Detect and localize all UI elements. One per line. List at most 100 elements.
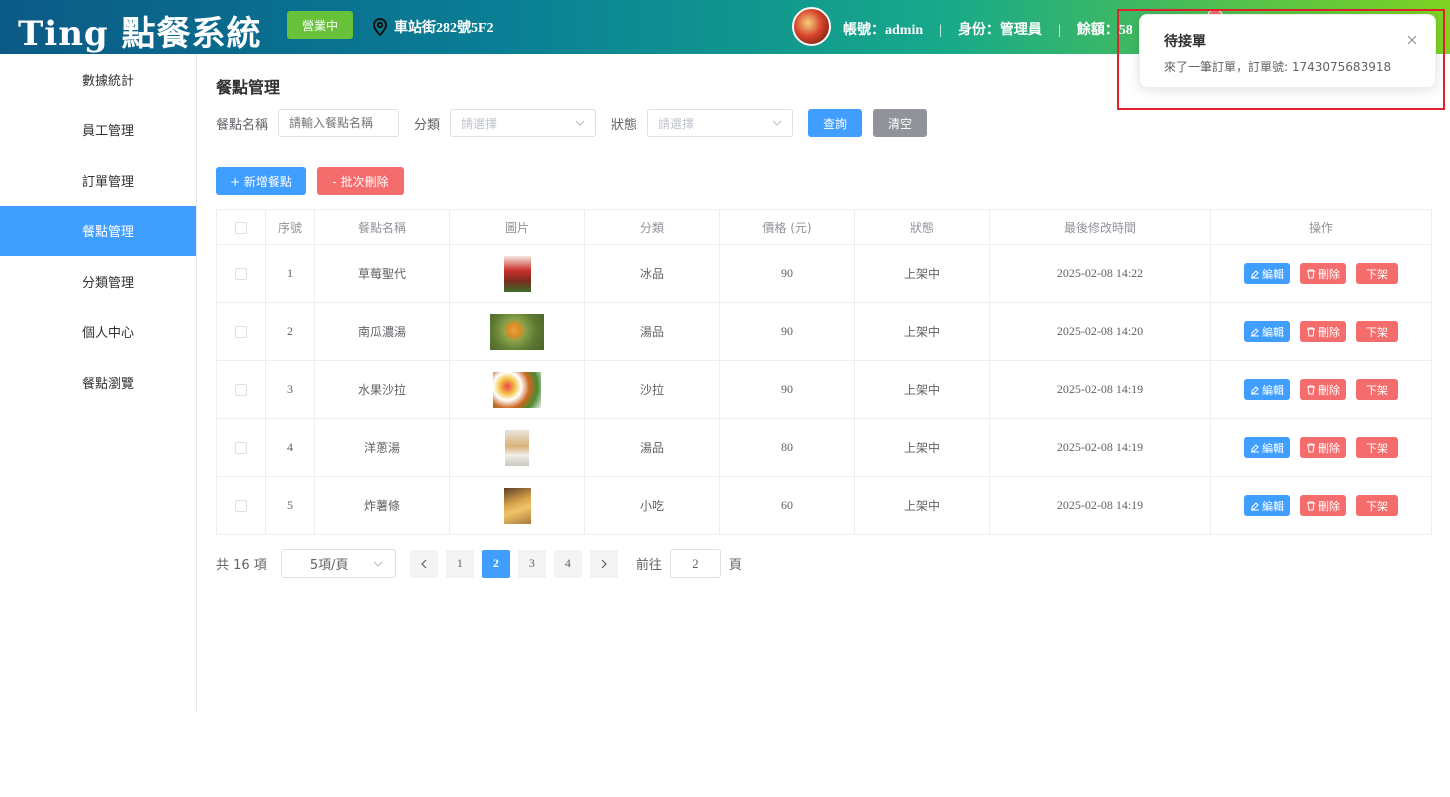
page-number-button[interactable]: 4 bbox=[553, 549, 582, 578]
page-size-select[interactable]: 5項/頁 bbox=[280, 549, 396, 578]
row-checkbox[interactable] bbox=[235, 384, 247, 397]
edit-button[interactable]: 編輯 bbox=[1244, 437, 1290, 458]
delete-button[interactable]: 刪除 bbox=[1300, 263, 1346, 284]
goto-page-input[interactable]: 2 bbox=[669, 549, 721, 578]
page-number-button[interactable]: 1 bbox=[445, 549, 474, 578]
status-filter-label: 狀態 bbox=[611, 117, 638, 133]
edit-label: 編輯 bbox=[1262, 383, 1284, 397]
sidebar: 數據統計 員工管理 訂單管理 餐點管理 分類管理 個人中心 餐點瀏覽 bbox=[0, 54, 197, 711]
status-filter-select[interactable]: 請選擇 bbox=[647, 109, 794, 137]
name-filter-input[interactable] bbox=[278, 109, 400, 137]
brand-title: Ting 點餐系統 bbox=[18, 14, 262, 54]
row-name: 南瓜濃湯 bbox=[314, 302, 450, 361]
next-page-button[interactable] bbox=[589, 549, 618, 578]
edit-button[interactable]: 編輯 bbox=[1244, 495, 1290, 516]
clear-button[interactable]: 清空 bbox=[873, 109, 928, 137]
row-status: 上架中 bbox=[854, 360, 990, 419]
sidebar-item[interactable]: 分類管理 bbox=[0, 256, 196, 307]
row-updated: 2025-02-08 14:20 bbox=[989, 302, 1211, 361]
sidebar-item[interactable]: 餐點瀏覽 bbox=[0, 357, 196, 408]
row-category: 沙拉 bbox=[584, 360, 720, 419]
select-all-cell bbox=[216, 209, 266, 245]
edit-button[interactable]: 編輯 bbox=[1244, 379, 1290, 400]
table-header-row: 序號 餐點名稱 圖片 分類 價格 (元) 狀態 最後修改時間 操作 bbox=[216, 209, 1432, 245]
edit-label: 編輯 bbox=[1262, 441, 1284, 455]
chevron-right-icon bbox=[601, 559, 607, 568]
offshelf-button[interactable]: 下架 bbox=[1356, 263, 1398, 284]
offshelf-button[interactable]: 下架 bbox=[1356, 437, 1398, 458]
delete-button[interactable]: 刪除 bbox=[1300, 321, 1346, 342]
offshelf-button[interactable]: 下架 bbox=[1356, 379, 1398, 400]
row-checkbox[interactable] bbox=[235, 268, 247, 281]
close-icon[interactable] bbox=[1407, 35, 1417, 45]
sidebar-item[interactable]: 訂單管理 bbox=[0, 155, 196, 206]
trash-icon bbox=[1307, 327, 1315, 336]
delete-button[interactable]: 刪除 bbox=[1300, 379, 1346, 400]
notification-title: 待接單 bbox=[1164, 34, 1206, 50]
table-row: 2 南瓜濃湯 湯品 90 上架中 2025-02-08 14:20 編輯 刪除 下架 bbox=[216, 302, 1432, 361]
sidebar-item[interactable]: 數據統計 bbox=[0, 54, 196, 105]
category-filter-select[interactable]: 請選擇 bbox=[450, 109, 597, 137]
sidebar-item[interactable]: 個人中心 bbox=[0, 307, 196, 358]
page-number-button[interactable]: 3 bbox=[517, 549, 546, 578]
select-all-checkbox[interactable] bbox=[235, 221, 247, 234]
chevron-down-icon bbox=[772, 120, 782, 126]
chevron-left-icon bbox=[420, 559, 427, 568]
filter-bar: 餐點名稱 分類 請選擇 狀態 請選擇 查詢 清空 bbox=[216, 109, 928, 137]
table-row: 4 洋蔥湯 湯品 80 上架中 2025-02-08 14:19 編輯 刪除 下架 bbox=[216, 418, 1432, 477]
row-no: 2 bbox=[265, 302, 315, 361]
sidebar-item[interactable]: 員工管理 bbox=[0, 105, 196, 156]
query-button[interactable]: 查詢 bbox=[808, 109, 863, 137]
col-header: 最後修改時間 bbox=[989, 209, 1211, 245]
table-row: 3 水果沙拉 沙拉 90 上架中 2025-02-08 14:19 編輯 刪除 下架 bbox=[216, 360, 1432, 419]
row-select-cell bbox=[216, 476, 266, 535]
delete-button[interactable]: 刪除 bbox=[1300, 437, 1346, 458]
page-list: 1234 bbox=[445, 549, 590, 578]
row-price: 80 bbox=[719, 418, 855, 477]
add-item-button[interactable]: + 新增餐點 bbox=[216, 167, 306, 195]
row-actions: 編輯 刪除 下架 bbox=[1210, 360, 1432, 419]
row-category: 小吃 bbox=[584, 476, 720, 535]
food-image bbox=[493, 371, 541, 408]
sidebar-item[interactable]: 餐點管理 bbox=[0, 205, 196, 256]
category-filter-label: 分類 bbox=[414, 117, 441, 133]
row-status: 上架中 bbox=[854, 244, 990, 303]
user-info: 帳號：admin | 身份：管理員 | 餘額：58 bbox=[843, 19, 1133, 39]
row-name: 草莓聖代 bbox=[314, 244, 450, 303]
edit-button[interactable]: 編輯 bbox=[1244, 263, 1290, 284]
delete-button[interactable]: 刪除 bbox=[1300, 495, 1346, 516]
edit-button[interactable]: 編輯 bbox=[1244, 321, 1290, 342]
delete-label: 刪除 bbox=[1318, 325, 1340, 339]
prev-page-button[interactable] bbox=[409, 549, 438, 578]
notification-message: 來了一筆訂單，訂單號: 1743075683918 bbox=[1164, 60, 1392, 74]
row-actions: 編輯 刪除 下架 bbox=[1210, 244, 1432, 303]
row-checkbox[interactable] bbox=[235, 442, 247, 455]
batch-delete-button[interactable]: - 批次刪除 bbox=[317, 167, 404, 195]
row-category: 湯品 bbox=[584, 418, 720, 477]
offshelf-button[interactable]: 下架 bbox=[1356, 495, 1398, 516]
row-name: 水果沙拉 bbox=[314, 360, 450, 419]
table-row: 5 炸薯條 小吃 60 上架中 2025-02-08 14:19 編輯 刪除 下架 bbox=[216, 476, 1432, 535]
row-image-cell bbox=[449, 302, 585, 361]
row-image-cell bbox=[449, 476, 585, 535]
row-checkbox[interactable] bbox=[235, 326, 247, 339]
store-status-badge[interactable]: 營業中 bbox=[287, 11, 353, 39]
row-name: 洋蔥湯 bbox=[314, 418, 450, 477]
avatar[interactable] bbox=[792, 7, 831, 46]
edit-label: 編輯 bbox=[1262, 499, 1284, 513]
page-number-button[interactable]: 2 bbox=[481, 549, 510, 578]
row-no: 1 bbox=[265, 244, 315, 303]
row-image-cell bbox=[449, 360, 585, 419]
row-name: 炸薯條 bbox=[314, 476, 450, 535]
delete-label: 刪除 bbox=[1318, 267, 1340, 281]
row-status: 上架中 bbox=[854, 302, 990, 361]
chevron-down-icon bbox=[575, 120, 585, 126]
edit-icon bbox=[1251, 443, 1259, 452]
row-status: 上架中 bbox=[854, 418, 990, 477]
offshelf-button[interactable]: 下架 bbox=[1356, 321, 1398, 342]
pagination: 共 16 項 5項/頁 1234 前往 2 頁 bbox=[216, 549, 742, 578]
row-checkbox[interactable] bbox=[235, 500, 247, 513]
trash-icon bbox=[1307, 269, 1315, 278]
row-select-cell bbox=[216, 360, 266, 419]
name-filter-label: 餐點名稱 bbox=[216, 117, 269, 133]
